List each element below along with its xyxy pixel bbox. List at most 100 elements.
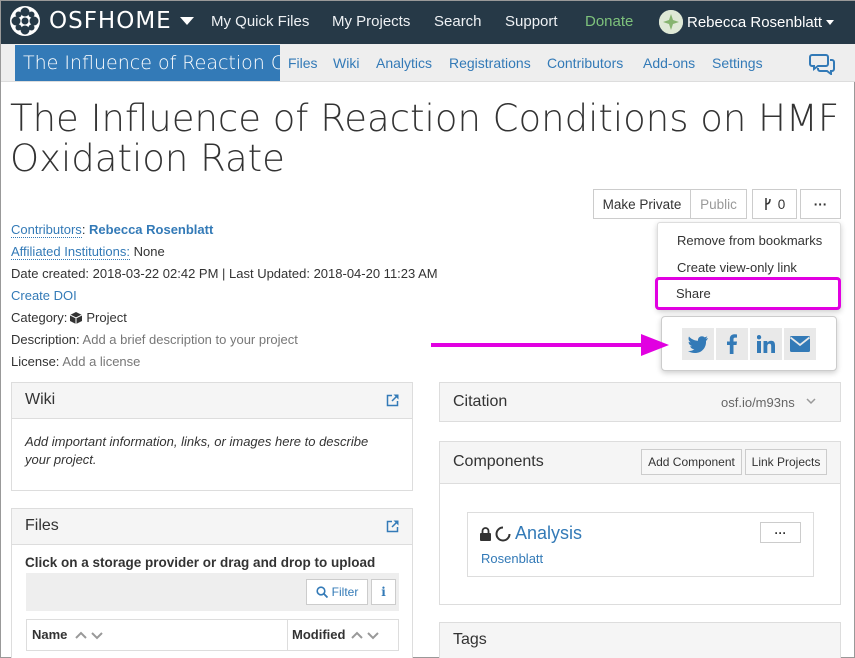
user-name: Rebecca Rosenblatt <box>687 13 823 31</box>
wiki-title: Wiki <box>25 391 56 408</box>
affiliated-label[interactable]: Affiliated Institutions: <box>11 244 130 260</box>
tags-title: Tags <box>453 631 487 648</box>
share-linkedin-button[interactable] <box>750 328 782 360</box>
nav-donate[interactable]: Donate <box>585 13 633 30</box>
tab-wiki[interactable]: Wiki <box>333 55 359 71</box>
components-panel-header: Components Add Component Link Projects <box>440 442 840 484</box>
twitter-icon <box>688 335 708 353</box>
menu-item-remove-bookmark[interactable]: Remove from bookmarks <box>677 233 822 248</box>
avatar <box>659 10 683 34</box>
external-link-icon[interactable] <box>386 394 399 407</box>
license-value[interactable]: Add a license <box>62 354 140 369</box>
col-modified-header[interactable]: Modified <box>292 627 381 642</box>
fork-button[interactable]: 0 <box>752 189 797 219</box>
component-title-row: Analysis <box>480 523 582 544</box>
files-panel-header: Files <box>12 509 412 545</box>
tags-panel: Tags <box>439 622 841 658</box>
nav-search[interactable]: Search <box>434 13 482 30</box>
sort-icon[interactable] <box>351 630 381 640</box>
category-label: Category: <box>11 310 68 325</box>
component-author-link[interactable]: Rosenblatt <box>481 551 543 566</box>
osf-logo-icon <box>9 5 41 37</box>
page-title: The Influence of Reaction Conditions on … <box>10 97 840 180</box>
share-twitter-button[interactable] <box>682 328 714 360</box>
fork-count: 0 <box>777 196 786 212</box>
info-button[interactable]: i <box>371 579 396 605</box>
caret-down-icon <box>826 19 835 25</box>
tab-settings[interactable]: Settings <box>712 55 763 71</box>
make-private-button[interactable]: Make Private <box>593 189 691 219</box>
category-value: Project <box>86 310 127 325</box>
linkedin-icon <box>757 335 775 353</box>
chevron-down-icon[interactable] <box>806 398 816 405</box>
menu-item-share[interactable]: Share <box>676 286 711 301</box>
search-icon <box>316 586 328 598</box>
files-upload-hint: Click on a storage provider or drag and … <box>25 555 376 570</box>
license-row: License: Add a license <box>11 354 140 369</box>
external-link-icon[interactable] <box>386 520 399 533</box>
tab-files[interactable]: Files <box>288 55 318 71</box>
top-navbar: OSFHOME My Quick Files My Projects Searc… <box>1 1 855 44</box>
create-doi-link[interactable]: Create DOI <box>11 288 77 303</box>
component-card: Analysis Rosenblatt ··· <box>467 512 814 577</box>
col-name-label: Name <box>32 627 68 642</box>
more-button[interactable]: ··· <box>800 189 841 219</box>
affiliated-row: Affiliated Institutions: None <box>11 244 165 260</box>
components-title: Components <box>453 453 544 470</box>
description-row: Description: Add a brief description to … <box>11 332 298 347</box>
contributor-link[interactable]: Rebecca Rosenblatt <box>89 222 213 237</box>
dates-row: Date created: 2018-03-22 02:42 PM | Last… <box>11 266 438 281</box>
share-facebook-button[interactable] <box>716 328 748 360</box>
description-value[interactable]: Add a brief description to your project <box>83 332 298 347</box>
license-label: License: <box>11 354 60 369</box>
project-navbar: The Influence of Reaction Co... Files Wi… <box>1 44 855 82</box>
add-component-button[interactable]: Add Component <box>641 449 742 475</box>
files-panel: Files Click on a storage provider or dra… <box>11 508 413 658</box>
nav-my-quick-files[interactable]: My Quick Files <box>211 13 309 30</box>
column-divider <box>287 620 288 650</box>
col-modified-label: Modified <box>292 627 346 642</box>
user-menu[interactable]: Rebecca Rosenblatt <box>659 10 835 34</box>
components-panel: Components Add Component Link Projects A… <box>439 441 841 605</box>
share-email-button[interactable] <box>784 328 816 360</box>
tab-registrations[interactable]: Registrations <box>449 55 531 71</box>
menu-item-view-only-link[interactable]: Create view-only link <box>677 260 797 275</box>
nav-my-projects[interactable]: My Projects <box>332 13 410 30</box>
create-doi-row: Create DOI <box>11 288 77 303</box>
fork-icon <box>764 198 772 210</box>
cube-icon <box>70 311 83 324</box>
citation-title: Citation <box>453 393 508 410</box>
link-projects-button[interactable]: Link Projects <box>745 449 827 475</box>
category-row: Category: Project <box>11 310 127 325</box>
component-name-link[interactable]: Analysis <box>515 523 582 544</box>
comments-icon[interactable] <box>809 53 835 75</box>
brand-name: OSFHOME <box>49 8 172 34</box>
col-name-header[interactable]: Name <box>32 627 105 642</box>
files-toolbar: Filter i <box>26 573 399 611</box>
citation-panel[interactable]: Citation osf.io/m93ns <box>439 382 841 422</box>
spinner-icon <box>495 526 511 542</box>
filter-label: Filter <box>331 585 359 599</box>
email-icon <box>790 336 810 352</box>
lock-icon <box>480 526 491 541</box>
contributors-label[interactable]: Contributors <box>11 222 82 238</box>
tab-contributors[interactable]: Contributors <box>547 55 623 71</box>
nav-support[interactable]: Support <box>505 13 558 30</box>
tab-analytics[interactable]: Analytics <box>376 55 432 71</box>
files-title: Files <box>25 517 59 534</box>
brand[interactable]: OSFHOME <box>9 5 194 37</box>
wiki-body: Add important information, links, or ima… <box>25 434 369 467</box>
component-more-button[interactable]: ··· <box>760 522 801 543</box>
wiki-panel-header: Wiki <box>12 383 412 419</box>
caret-down-icon[interactable] <box>179 16 194 26</box>
filter-button[interactable]: Filter <box>306 579 368 605</box>
tab-add-ons[interactable]: Add-ons <box>643 55 695 71</box>
wiki-panel: Wiki Add important information, links, o… <box>11 382 413 491</box>
facebook-icon <box>727 334 737 354</box>
sort-icon[interactable] <box>75 630 105 640</box>
files-table-header: Name Modified <box>26 619 399 651</box>
affiliated-value: None <box>133 244 165 259</box>
project-title-tab[interactable]: The Influence of Reaction Co... <box>15 45 280 81</box>
public-button[interactable]: Public <box>690 189 747 219</box>
citation-link[interactable]: osf.io/m93ns <box>721 395 795 410</box>
